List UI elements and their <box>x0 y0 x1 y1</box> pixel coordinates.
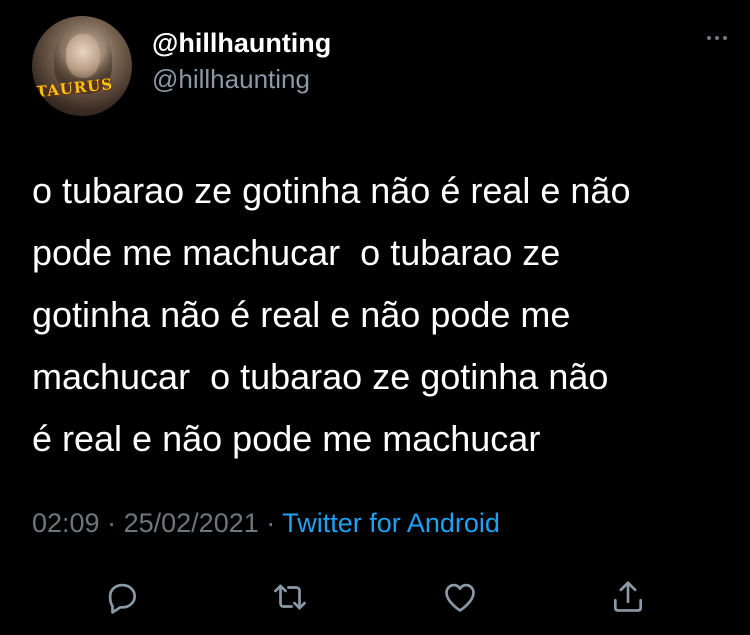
tweet-time: 02:09 <box>32 508 100 538</box>
reply-button[interactable] <box>100 575 144 619</box>
tweet-text: o tubarao ze gotinha não é real e não po… <box>32 170 631 459</box>
share-button[interactable] <box>606 575 650 619</box>
like-button[interactable] <box>438 575 482 619</box>
display-name[interactable]: @hillhaunting <box>152 28 331 59</box>
heart-icon <box>445 583 475 612</box>
retweet-icon <box>274 584 306 610</box>
share-icon <box>613 581 643 612</box>
tweet-source-link[interactable]: Twitter for Android <box>282 508 500 538</box>
avatar-badge: TAURUS <box>35 74 114 101</box>
avatar[interactable]: TAURUS <box>32 16 132 116</box>
user-handle[interactable]: @hillhaunting <box>152 64 310 95</box>
meta-separator: · <box>107 508 117 538</box>
avatar-face <box>66 34 100 78</box>
tweet-header: TAURUS @hillhaunting @hillhaunting <box>32 16 732 116</box>
tweet-metadata: 02:09 · 25/02/2021 · Twitter for Android <box>32 508 500 539</box>
tweet-actions <box>100 575 660 619</box>
meta-separator: · <box>266 508 276 538</box>
reply-icon <box>108 583 137 614</box>
tweet-date: 25/02/2021 <box>123 508 259 538</box>
retweet-button[interactable] <box>268 575 312 619</box>
more-options-icon[interactable] <box>702 32 732 44</box>
